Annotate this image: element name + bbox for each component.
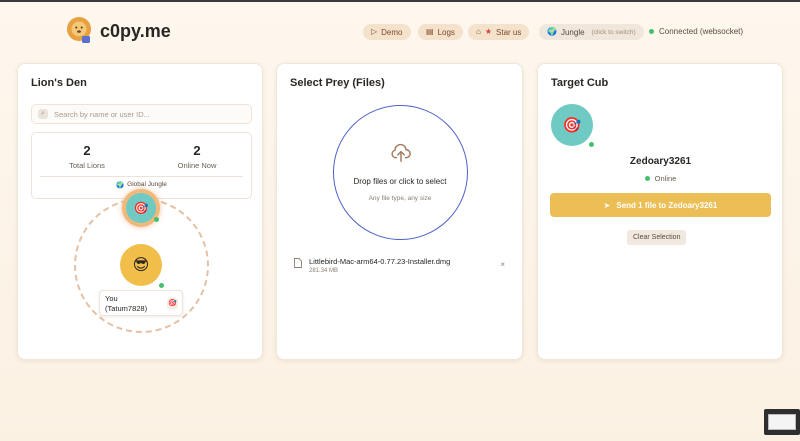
total-lions-value: 2 — [83, 143, 91, 158]
lion-logo-icon[interactable] — [64, 15, 94, 45]
demo-label: Demo — [381, 27, 403, 37]
target-icon: 🎯 — [133, 201, 149, 215]
my-avatar[interactable]: 😎 — [120, 244, 162, 286]
demo-button[interactable]: ▷ Demo — [363, 24, 411, 40]
send-file-label: Send 1 file to Zedoary3261 — [616, 200, 718, 210]
peer-online-dot-icon — [154, 217, 159, 222]
search-box[interactable]: ⌕ — [31, 104, 252, 124]
github-icon: ⌂ — [476, 27, 481, 36]
status-dot-icon — [649, 29, 654, 34]
send-file-button[interactable]: ➤ Send 1 file to Zedoary3261 — [550, 193, 771, 217]
drop-subtitle: Any file type, any size — [368, 195, 432, 202]
peer-avatar-zedoary[interactable]: 🎯 — [126, 193, 156, 223]
total-lions-stat: 2 Total Lions — [32, 143, 142, 170]
document-icon: ▤ — [426, 27, 434, 36]
target-cub-title: Target Cub — [551, 77, 609, 89]
target-online-dot-icon — [589, 142, 594, 147]
select-prey-title: Select Prey (Files) — [290, 77, 385, 89]
header: c0py.me ▷ Demo ▤ Logs ⌂ ★ Star us 🌍 Jung… — [0, 0, 800, 62]
star-icon: ★ — [484, 27, 493, 36]
jungle-hint: (click to switch) — [591, 28, 636, 36]
you-label-card: You (Tatum7828) 🎯 — [99, 290, 183, 316]
online-now-stat: 2 Online Now — [142, 143, 252, 170]
online-now-label: Online Now — [177, 161, 217, 170]
select-prey-card: Select Prey (Files) Drop files or click … — [276, 63, 523, 360]
online-dot-icon — [644, 176, 650, 181]
global-jungle-text: Global Jungle — [127, 181, 167, 188]
drop-title: Drop files or click to select — [353, 177, 447, 186]
connection-status: Connected (websocket) — [649, 27, 743, 36]
send-icon: ➤ — [603, 200, 611, 210]
remove-file-close-icon[interactable]: × — [500, 260, 505, 269]
target-name: Zedoary3261 — [629, 156, 692, 167]
selected-file-row: Littlebird-Mac-arm64-0.77.23-Installer.d… — [294, 255, 507, 279]
online-now-value: 2 — [193, 143, 201, 158]
search-input[interactable] — [54, 109, 244, 119]
target-cub-card: Target Cub 🎯 Zedoary3261 Online ➤ Send 1… — [537, 63, 783, 360]
target-avatar: 🎯 — [551, 104, 593, 146]
total-lions-label: Total Lions — [69, 161, 105, 170]
target-icon: 🎯 — [167, 298, 178, 309]
lions-den-card: Lion's Den ⌕ 2 Total Lions 2 Online Now … — [17, 63, 263, 360]
jungle-label: Jungle — [560, 27, 585, 37]
logs-label: Logs — [437, 27, 455, 37]
stats-divider — [40, 176, 243, 177]
target-status-text: Online — [654, 174, 677, 183]
sunglasses-icon: 😎 — [132, 257, 150, 274]
file-drop-zone[interactable]: Drop files or click to select Any file t… — [333, 105, 468, 240]
connection-status-text: Connected (websocket) — [659, 27, 744, 36]
search-icon: ⌕ — [38, 109, 48, 119]
logs-button[interactable]: ▤ Logs — [418, 24, 463, 40]
file-name: Littlebird-Mac-arm64-0.77.23-Installer.d… — [309, 257, 451, 266]
brand-name[interactable]: c0py.me — [100, 21, 171, 42]
globe-icon: 🌍 — [116, 182, 125, 189]
upload-cloud-icon — [391, 143, 411, 162]
target-icon: 🎯 — [562, 117, 582, 134]
screen-thumbnail-inner — [768, 414, 796, 430]
my-online-dot-icon — [159, 283, 164, 288]
screen-thumbnail — [764, 409, 800, 435]
lions-den-title: Lion's Den — [31, 77, 87, 89]
file-size: 281.34 MB — [309, 268, 339, 274]
clear-selection-button[interactable]: Clear Selection — [627, 230, 687, 245]
globe-icon: 🌍 — [547, 27, 557, 36]
file-icon — [294, 258, 302, 268]
target-status: Online — [538, 174, 783, 183]
star-us-label: Star us — [496, 27, 522, 37]
global-jungle-label: 🌍 Global Jungle — [18, 181, 265, 189]
star-us-button[interactable]: ⌂ ★ Star us — [468, 24, 530, 40]
play-icon: ▷ — [371, 27, 378, 36]
jungle-switch-button[interactable]: 🌍 Jungle (click to switch) — [539, 24, 644, 40]
